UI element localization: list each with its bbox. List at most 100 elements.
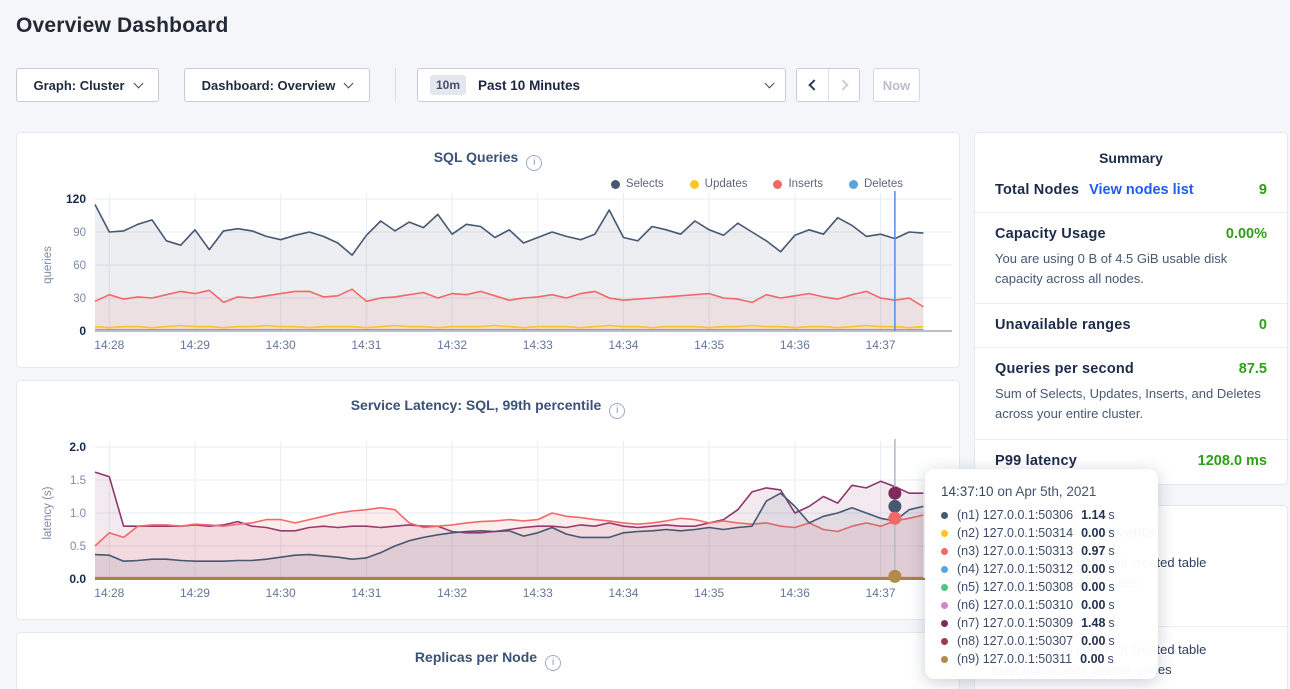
- replicas-panel: Replicas per Node i: [16, 632, 960, 689]
- svg-text:14:36: 14:36: [780, 338, 810, 352]
- node-address-label: (n7) 127.0.0.1:50309: [957, 616, 1073, 630]
- sql-queries-legend: Selects Updates Inserts Deletes: [611, 178, 903, 190]
- tooltip-node-row: (n4) 127.0.0.1:50312 0.00 s: [941, 560, 1142, 578]
- tooltip-timestamp: 14:37:10 on Apr 5th, 2021: [941, 484, 1142, 499]
- node-address-label: (n1) 127.0.0.1:50306: [957, 508, 1073, 522]
- time-step-forward-button[interactable]: [828, 69, 859, 101]
- svg-text:120: 120: [66, 192, 86, 206]
- svg-text:0.0: 0.0: [69, 572, 86, 586]
- p99-latency-label: P99 latency: [995, 453, 1077, 469]
- info-icon[interactable]: i: [526, 155, 542, 171]
- chevron-left-icon: [808, 79, 819, 90]
- total-nodes-value: 9: [1259, 182, 1267, 198]
- node-latency-unit: s: [1108, 526, 1114, 540]
- qps-value: 87.5: [1239, 361, 1267, 377]
- node-address-label: (n5) 127.0.0.1:50308: [957, 580, 1073, 594]
- qps-label: Queries per second: [995, 361, 1134, 377]
- view-nodes-list-link[interactable]: View nodes list: [1089, 182, 1194, 198]
- node-series-dot-icon: [941, 530, 948, 537]
- svg-text:14:28: 14:28: [94, 338, 124, 352]
- sql-queries-title-text: SQL Queries: [434, 149, 519, 165]
- dashboard-label: Dashboard: Overview: [202, 78, 336, 93]
- legend-label: Inserts: [788, 178, 823, 190]
- node-latency-value: 0.00: [1081, 634, 1105, 648]
- service-latency-chart[interactable]: 14:2814:2914:3014:3114:3214:3314:3414:35…: [17, 433, 961, 609]
- qps-desc: Sum of Selects, Updates, Inserts, and De…: [995, 384, 1267, 424]
- svg-text:14:34: 14:34: [608, 338, 638, 352]
- tooltip-node-row: (n7) 127.0.0.1:50309 1.48 s: [941, 614, 1142, 632]
- p99-latency-value: 1208.0 ms: [1198, 453, 1267, 469]
- legend-label: Deletes: [864, 178, 903, 190]
- tooltip-node-row: (n6) 127.0.0.1:50310 0.00 s: [941, 596, 1142, 614]
- svg-text:14:35: 14:35: [694, 338, 724, 352]
- summary-panel: Summary Total Nodes View nodes list 9 Ca…: [974, 132, 1288, 485]
- svg-text:14:32: 14:32: [437, 338, 467, 352]
- capacity-usage-label: Capacity Usage: [995, 226, 1106, 242]
- svg-text:14:37: 14:37: [866, 586, 896, 600]
- node-address-label: (n2) 127.0.0.1:50314: [957, 526, 1073, 540]
- svg-text:14:33: 14:33: [523, 586, 553, 600]
- inserts-dot-icon: [773, 180, 782, 189]
- replicas-title-text: Replicas per Node: [415, 649, 537, 665]
- node-series-dot-icon: [941, 656, 948, 663]
- graph-scope-dropdown[interactable]: Graph: Cluster: [16, 68, 159, 102]
- time-range-dropdown[interactable]: 10m Past 10 Minutes: [417, 68, 786, 102]
- chevron-down-icon: [133, 78, 143, 88]
- summary-row-capacity: Capacity Usage 0.00% You are using 0 B o…: [975, 213, 1287, 304]
- info-icon[interactable]: i: [609, 403, 625, 419]
- node-series-dot-icon: [941, 548, 948, 555]
- legend-item-selects: Selects: [611, 178, 664, 190]
- node-latency-unit: s: [1108, 634, 1114, 648]
- replicas-title: Replicas per Node i: [17, 649, 959, 671]
- summary-title: Summary: [975, 133, 1287, 169]
- node-latency-value: 0.00: [1081, 526, 1105, 540]
- svg-text:latency (s): latency (s): [42, 486, 54, 539]
- node-series-dot-icon: [941, 638, 948, 645]
- time-range-label: Past 10 Minutes: [478, 78, 580, 93]
- node-series-dot-icon: [941, 584, 948, 591]
- svg-text:14:36: 14:36: [780, 586, 810, 600]
- info-icon[interactable]: i: [545, 655, 561, 671]
- legend-item-updates: Updates: [690, 178, 748, 190]
- tooltip-node-row: (n2) 127.0.0.1:50314 0.00 s: [941, 524, 1142, 542]
- svg-text:2.0: 2.0: [69, 440, 86, 454]
- svg-text:14:35: 14:35: [694, 586, 724, 600]
- unavailable-ranges-label: Unavailable ranges: [995, 317, 1131, 333]
- node-series-dot-icon: [941, 620, 948, 627]
- time-step-back-button[interactable]: [797, 69, 828, 101]
- svg-text:90: 90: [73, 227, 86, 239]
- deletes-dot-icon: [849, 180, 858, 189]
- tooltip-node-row: (n1) 127.0.0.1:50306 1.14 s: [941, 506, 1142, 524]
- legend-item-deletes: Deletes: [849, 178, 903, 190]
- svg-text:60: 60: [73, 260, 86, 272]
- svg-text:14:31: 14:31: [351, 586, 381, 600]
- capacity-usage-value: 0.00%: [1226, 226, 1267, 242]
- service-latency-title-text: Service Latency: SQL, 99th percentile: [351, 397, 602, 413]
- page-title: Overview Dashboard: [16, 14, 229, 38]
- chevron-right-icon: [837, 79, 848, 90]
- node-address-label: (n8) 127.0.0.1:50307: [957, 634, 1073, 648]
- node-series-dot-icon: [941, 512, 948, 519]
- node-address-label: (n6) 127.0.0.1:50310: [957, 598, 1073, 612]
- node-latency-unit: s: [1108, 598, 1114, 612]
- svg-text:14:34: 14:34: [608, 586, 638, 600]
- chart-hover-tooltip: 14:37:10 on Apr 5th, 2021 (n1) 127.0.0.1…: [925, 469, 1158, 679]
- service-latency-panel: Service Latency: SQL, 99th percentile i 1…: [16, 380, 960, 620]
- legend-label: Updates: [705, 178, 748, 190]
- summary-row-unavailable: Unavailable ranges 0: [975, 304, 1287, 348]
- svg-text:0.5: 0.5: [70, 541, 86, 553]
- sql-queries-chart[interactable]: 14:2814:2914:3014:3114:3214:3314:3414:35…: [17, 185, 961, 361]
- node-latency-value: 0.00: [1081, 562, 1105, 576]
- node-latency-value: 0.97: [1081, 544, 1105, 558]
- selects-dot-icon: [611, 180, 620, 189]
- node-latency-value: 0.00: [1080, 652, 1104, 666]
- legend-item-inserts: Inserts: [773, 178, 823, 190]
- svg-text:1.0: 1.0: [70, 508, 86, 520]
- tooltip-date: on Apr 5th, 2021: [994, 484, 1097, 499]
- svg-text:14:28: 14:28: [94, 586, 124, 600]
- svg-text:14:30: 14:30: [266, 338, 296, 352]
- dashboard-dropdown[interactable]: Dashboard: Overview: [184, 68, 370, 102]
- now-button[interactable]: Now: [873, 68, 920, 102]
- graph-scope-label: Graph: Cluster: [33, 78, 124, 93]
- total-nodes-label: Total Nodes: [995, 182, 1079, 198]
